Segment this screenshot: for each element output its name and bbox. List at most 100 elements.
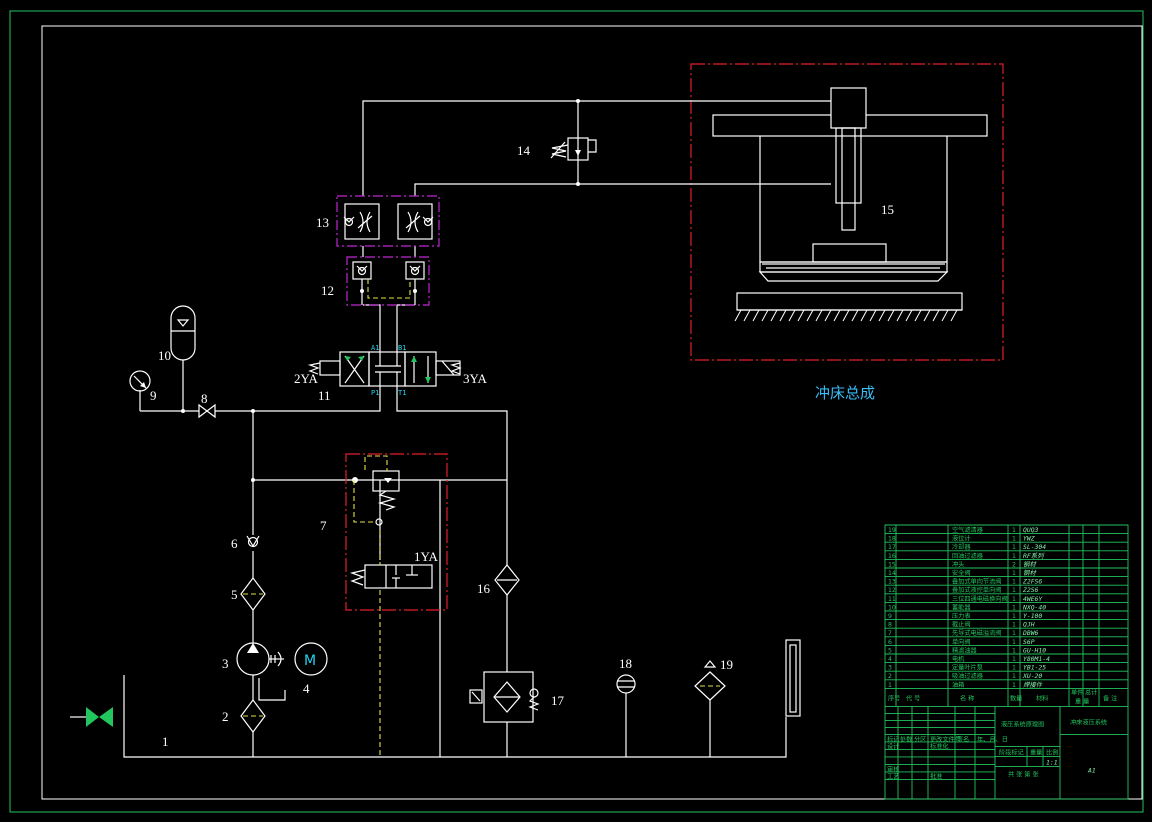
part-no: 14: [888, 570, 896, 577]
part-spec: NXQ-40: [1022, 603, 1046, 611]
part-name: 单向阀: [952, 638, 971, 646]
part-qty: 1: [1012, 604, 1016, 611]
header-cell: 序号: [888, 694, 900, 702]
part-qty: 1: [1012, 647, 1016, 654]
press-assembly-label: 冲床总成: [815, 384, 875, 402]
part-no: 8: [888, 622, 892, 629]
part-name: 叠加式液控单向阀: [952, 586, 1002, 594]
part-spec: S6P: [1023, 638, 1035, 646]
press-cylinder: [835, 127, 862, 204]
part-no: 16: [888, 553, 896, 560]
port-t1: T1: [398, 389, 406, 397]
label-7: 7: [320, 518, 327, 533]
part-qty: 1: [1012, 587, 1016, 594]
part-spec: 钢材: [1023, 560, 1037, 568]
part-name: 吸油过滤器: [952, 672, 984, 680]
label-13: 13: [316, 215, 329, 230]
return-filter-16: [494, 564, 520, 596]
part-no: 1: [888, 682, 892, 689]
part-name: 电机: [952, 655, 965, 663]
title-block-text: 工艺: [887, 772, 899, 780]
part-name: 蓄能器: [952, 603, 971, 611]
header-cell: 单件: [1071, 688, 1083, 696]
part-spec: YWZ: [1023, 535, 1035, 543]
part-no: 6: [888, 639, 892, 646]
part-spec: DBW6: [1022, 629, 1039, 637]
level-gauge-18: [616, 674, 636, 694]
part-spec: 4WE6Y: [1023, 595, 1043, 603]
label-2ya: 2YA: [294, 371, 318, 386]
directional-valve-11: [307, 351, 462, 387]
part-qty: 1: [1012, 656, 1016, 663]
part-no: 4: [888, 656, 892, 663]
part-name: 冲头: [952, 560, 964, 568]
label-6: 6: [231, 536, 238, 551]
cooler-17: [469, 671, 540, 723]
part-qty: 1: [1012, 527, 1016, 534]
press-base-taper: [758, 271, 949, 282]
sheet-size: A1: [1087, 766, 1096, 774]
part-name: 安全阀: [952, 569, 971, 577]
title-block-text: 共 张 第 张: [1008, 770, 1039, 778]
ground-hatch: [734, 309, 958, 322]
label-17: 17: [551, 693, 565, 708]
label-19: 19: [720, 657, 733, 672]
hydraulic-diagram: 冲床总成 13 12 A1 B1 P1 T1 2YA 3YA 11 14 10 …: [9, 10, 1144, 813]
title-block-text: 年、月、日: [977, 735, 1008, 743]
press-cylinder-head: [830, 87, 867, 129]
label-5: 5: [231, 587, 238, 602]
title-block-text: 分区: [914, 735, 926, 743]
part-no: 18: [888, 536, 896, 543]
title-block-text: 审核: [887, 765, 899, 773]
part-spec: QUQ3: [1023, 526, 1039, 534]
part-name: 压力表: [952, 612, 971, 620]
part-no: 7: [888, 630, 892, 637]
part-qty: 1: [1012, 682, 1016, 689]
throttle-check-valve-13: [336, 195, 440, 247]
part-name: 精滤油器: [952, 646, 978, 654]
label-3: 3: [222, 656, 229, 671]
label-14: 14: [517, 143, 531, 158]
part-spec: Z2FS6: [1022, 578, 1042, 586]
header-cell: 备 注: [1103, 694, 1117, 702]
pump-3: [236, 642, 286, 701]
press-die: [812, 243, 887, 263]
title-block-text: 比例: [1046, 748, 1058, 756]
part-qty: 2: [1012, 561, 1016, 568]
part-spec: XU-20: [1022, 672, 1042, 680]
part-spec: Z2S6: [1022, 586, 1039, 594]
part-spec: GU-H10: [1023, 646, 1046, 654]
stop-valve-8: [198, 403, 216, 419]
port-b1: B1: [398, 344, 406, 352]
safety-valve-14: [550, 137, 597, 161]
part-no: 12: [888, 587, 896, 594]
label-18: 18: [619, 656, 632, 671]
press-piston-rod: [841, 127, 856, 231]
header-cell: 名 称: [960, 694, 974, 702]
title-block-text: 阶段标记: [999, 748, 1024, 756]
inner-border: [41, 25, 1143, 800]
title-block-text: 批准: [930, 772, 942, 780]
part-spec: SL-304: [1023, 543, 1046, 551]
part-spec: RF系列: [1023, 552, 1045, 560]
part-name: 液位计: [952, 535, 971, 543]
header-cell: 重 量: [1075, 697, 1089, 705]
label-10: 10: [158, 348, 171, 363]
drain-valve-icon: [70, 707, 113, 727]
part-spec: QJH: [1023, 621, 1035, 629]
label-11: 11: [318, 388, 331, 403]
part-qty: 1: [1012, 553, 1016, 560]
part-no: 3: [888, 665, 892, 672]
title-block: 19 空气滤清器 1 QUQ318 液位计 1 YWZ17 冷却器 1 SL-30416 回油过滤器…: [884, 524, 1129, 800]
header-cell: 总计: [1085, 688, 1097, 696]
part-no: 15: [888, 561, 896, 568]
label-1ya: 1YA: [414, 549, 438, 564]
part-qty: 1: [1012, 639, 1016, 646]
label-2: 2: [222, 709, 229, 724]
sight-glass: [785, 639, 801, 717]
title-block-text: 标准化: [930, 742, 949, 750]
part-no: 5: [888, 647, 892, 654]
relief-valve-7: [345, 453, 448, 611]
label-9: 9: [150, 388, 157, 403]
part-no: 10: [888, 604, 896, 611]
